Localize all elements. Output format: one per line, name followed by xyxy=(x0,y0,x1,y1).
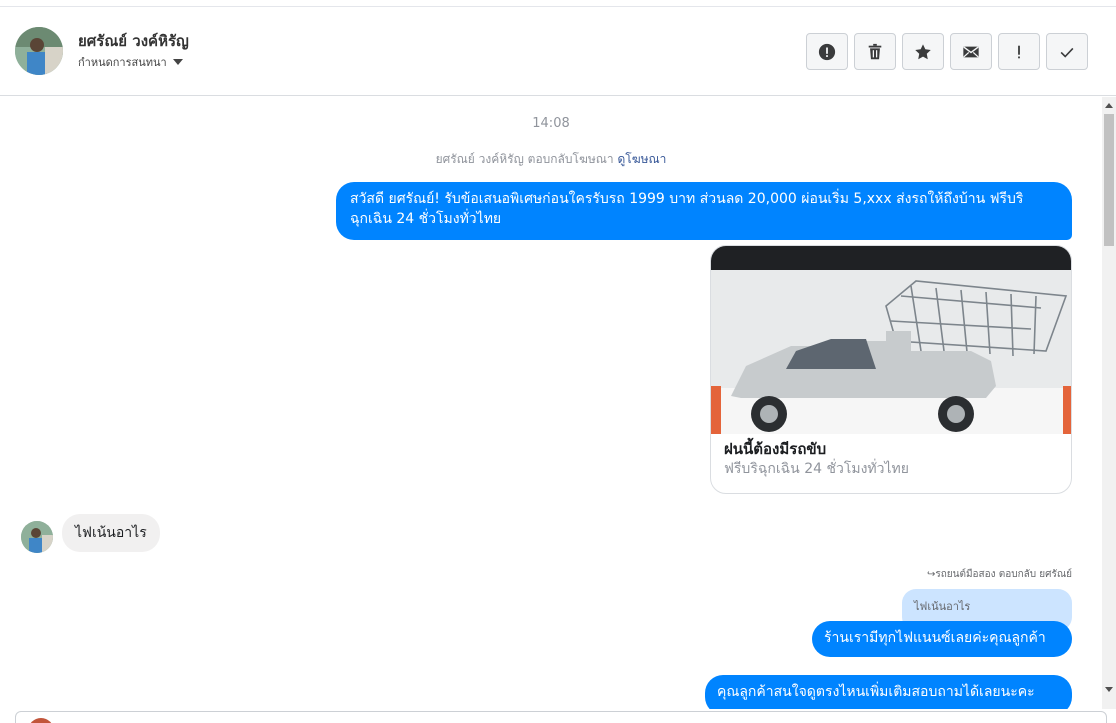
envelope-icon xyxy=(963,45,979,57)
alert-circle-icon xyxy=(818,43,836,60)
message-thread[interactable]: 14:08 ยศรัณย์ วงค์หิรัญ ตอบกลับโฆษณา ดูโ… xyxy=(0,97,1102,709)
mark-unread-button[interactable] xyxy=(950,33,992,70)
messenger-window: ยศรัณย์ วงค์หิรัญ กำหนดการสนทนา 14:08 ยศ… xyxy=(0,0,1116,723)
contact-name[interactable]: ยศรัณย์ วงค์หิรัญ xyxy=(78,29,189,53)
caret-down-icon xyxy=(172,59,183,65)
trash-icon xyxy=(868,43,882,59)
mark-spam-button[interactable] xyxy=(806,33,848,70)
outgoing-message[interactable]: สวัสดี ยศรัณย์! รับข้อเสนอพิเศษก่อนใครรั… xyxy=(336,182,1072,240)
reply-context: ↪รถยนต์มือสอง ตอบกลับ ยศรัณย์ xyxy=(927,567,1072,582)
delete-button[interactable] xyxy=(854,33,896,70)
contact-avatar[interactable] xyxy=(15,27,63,75)
star-button[interactable] xyxy=(902,33,944,70)
user-avatar xyxy=(28,718,54,723)
ad-card-subtitle: ฟรีบริฉุกเฉิน 24 ชั่วโมงทั่วไทย xyxy=(724,461,909,477)
scroll-up-arrow-icon[interactable] xyxy=(1102,99,1116,111)
header-actions xyxy=(806,33,1088,70)
check-icon xyxy=(1060,47,1074,58)
reply-context-text: รถยนต์มือสอง ตอบกลับ ยศรัณย์ xyxy=(935,569,1072,580)
conversation-header: ยศรัณย์ วงค์หิรัญ กำหนดการสนทนา xyxy=(0,7,1116,96)
follow-up-button[interactable] xyxy=(998,33,1040,70)
mark-done-button[interactable] xyxy=(1046,33,1088,70)
ad-card-image xyxy=(711,246,1071,434)
top-bar xyxy=(0,0,1116,7)
incoming-message[interactable]: ไฟเน้นอาไร xyxy=(62,514,160,552)
conversation-settings-dropdown[interactable]: กำหนดการสนทนา xyxy=(78,53,183,71)
contact-avatar-small[interactable] xyxy=(21,521,53,553)
scroll-down-arrow-icon[interactable] xyxy=(1102,683,1116,695)
outgoing-message[interactable]: คุณลูกค้าสนใจดูตรงไหนเพิ่มเติมสอบถามได้เ… xyxy=(705,675,1072,709)
star-icon xyxy=(915,43,931,59)
message-timestamp: 14:08 xyxy=(532,116,570,131)
scrollbar-thumb[interactable] xyxy=(1104,114,1114,246)
ad-reply-text: ยศรัณย์ วงค์หิรัญ ตอบกลับโฆษณา xyxy=(435,152,614,166)
thread-scrollbar[interactable] xyxy=(1102,97,1116,709)
ad-card[interactable]: ฝนนี้ต้องมีรถขับ ฟรีบริฉุกเฉิน 24 ชั่วโม… xyxy=(710,245,1072,494)
view-ad-link[interactable]: ดูโฆษณา xyxy=(617,152,666,166)
ad-reply-notice: ยศรัณย์ วงค์หิรัญ ตอบกลับโฆษณา ดูโฆษณา xyxy=(0,150,1102,169)
message-composer[interactable] xyxy=(15,711,1107,723)
exclamation-icon xyxy=(1018,45,1020,58)
conversation-settings-label: กำหนดการสนทนา xyxy=(78,56,167,69)
outgoing-message[interactable]: ร้านเรามีทุกไฟแนนซ์เลยค่ะคุณลูกค้า xyxy=(812,621,1072,657)
